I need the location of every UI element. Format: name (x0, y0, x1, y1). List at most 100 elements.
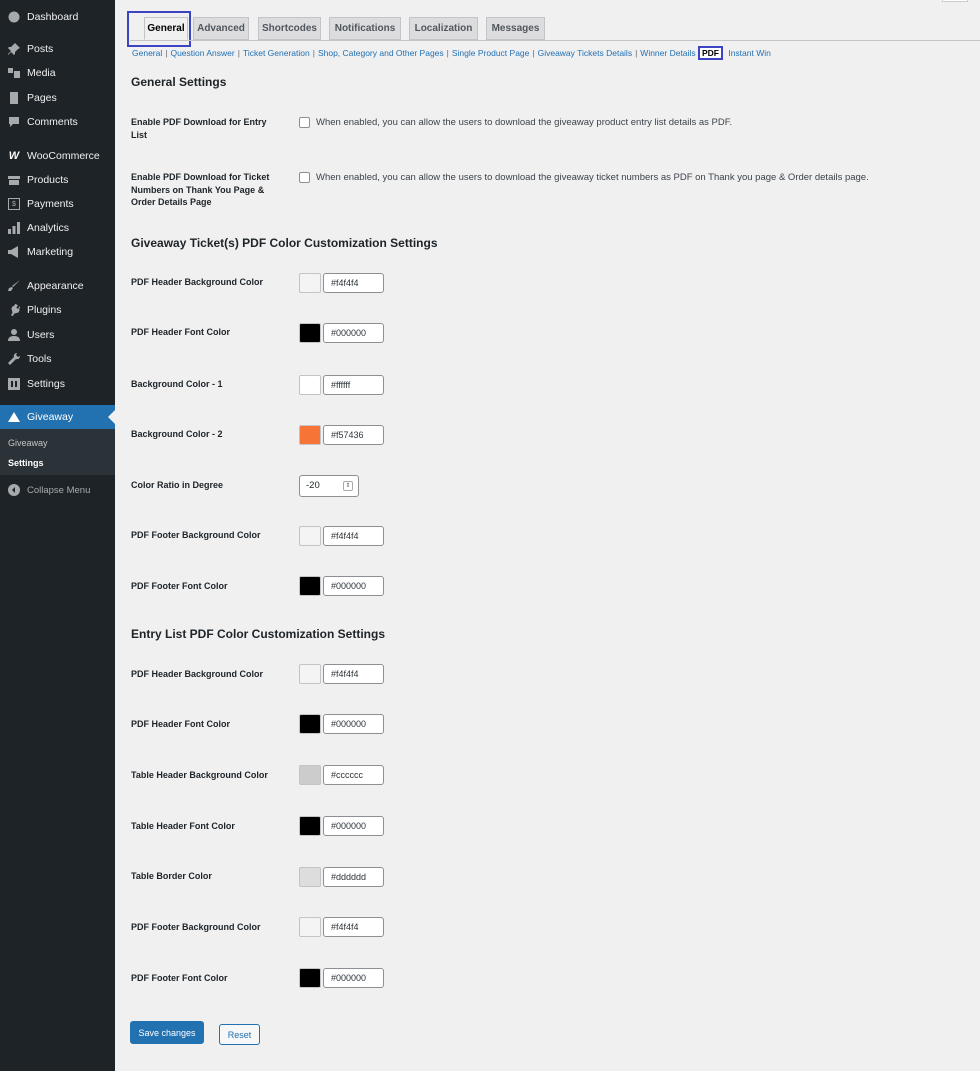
setting-label: PDF Footer Background Color (131, 922, 261, 932)
active-arrow (108, 410, 115, 424)
giveaway-icon (8, 411, 20, 423)
setting-label: Color Ratio in Degree (131, 480, 224, 490)
color-ratio-degree-input[interactable]: -20 ⇕ (299, 475, 359, 497)
menu-label: Tools (27, 353, 52, 365)
menu-pages[interactable]: Pages (0, 86, 115, 110)
menu-media[interactable]: Media (0, 61, 115, 85)
menu-label: Pages (27, 92, 57, 104)
hex-color-input[interactable]: #000000 (323, 323, 384, 343)
hex-color-input[interactable]: #f4f4f4 (323, 664, 384, 684)
menu-analytics[interactable]: Analytics (0, 216, 115, 240)
submenu-settings[interactable]: Settings (8, 458, 44, 468)
tab-shortcodes[interactable]: Shortcodes (258, 17, 321, 40)
menu-label: Analytics (27, 222, 70, 234)
setting-label: Table Border Color (131, 871, 212, 881)
color-swatch[interactable] (299, 375, 321, 395)
color-swatch[interactable] (299, 714, 321, 734)
submenu-giveaway[interactable]: Giveaway (8, 438, 48, 448)
section-ticket-generation[interactable]: Ticket Generation (243, 48, 310, 58)
dashboard-icon (8, 11, 20, 23)
hex-color-input[interactable]: #000000 (323, 968, 384, 988)
menu-settings[interactable]: Settings (0, 372, 115, 396)
enable-pdf-entry-list-checkbox[interactable] (299, 117, 310, 128)
setting-label: PDF Header Background Color (131, 669, 264, 679)
hex-color-input[interactable]: #f4f4f4 (323, 526, 384, 546)
enable-pdf-ticket-numbers-checkbox[interactable] (299, 172, 310, 183)
setting-label: PDF Footer Font Color (131, 973, 228, 983)
menu-label: Plugins (27, 304, 62, 316)
brush-icon (8, 280, 20, 292)
plug-icon (8, 304, 20, 316)
menu-label: Users (27, 329, 55, 341)
menu-dashboard[interactable]: Dashboard (0, 5, 115, 29)
color-swatch[interactable] (299, 323, 321, 343)
color-swatch[interactable] (299, 816, 321, 836)
section-single-product[interactable]: Single Product Page (452, 48, 530, 58)
menu-giveaway[interactable]: Giveaway (0, 405, 115, 429)
hex-color-input[interactable]: #000000 (323, 576, 384, 596)
color-swatch[interactable] (299, 867, 321, 887)
save-changes-button[interactable]: Save changes (130, 1021, 204, 1044)
menu-payments[interactable]: $ Payments (0, 192, 115, 216)
general-settings-heading: General Settings (131, 75, 227, 89)
color-swatch[interactable] (299, 765, 321, 785)
hex-color-input[interactable]: #f57436 (323, 425, 384, 445)
menu-users[interactable]: Users (0, 323, 115, 347)
tab-messages[interactable]: Messages (486, 17, 545, 40)
tab-highlight-box (127, 11, 191, 47)
menu-plugins[interactable]: Plugins (0, 298, 115, 322)
section-tickets-details[interactable]: Giveaway Tickets Details (538, 48, 632, 58)
color-swatch[interactable] (299, 273, 321, 293)
collapse-icon (8, 484, 20, 496)
setting-label: Table Header Font Color (131, 821, 235, 831)
main-content: General Advanced Shortcodes Notification… (115, 0, 980, 1071)
menu-tools[interactable]: Tools (0, 347, 115, 371)
spinner-icon[interactable]: ⇕ (343, 481, 353, 491)
hex-color-input[interactable]: #000000 (323, 816, 384, 836)
hex-color-input[interactable]: #000000 (323, 714, 384, 734)
color-swatch[interactable] (299, 576, 321, 596)
section-shop-category[interactable]: Shop, Category and Other Pages (318, 48, 444, 58)
color-swatch[interactable] (299, 968, 321, 988)
menu-label: Posts (27, 43, 54, 55)
section-question-answer[interactable]: Question Answer (170, 48, 234, 58)
hex-color-input[interactable]: #ffffff (323, 375, 384, 395)
hex-color-input[interactable]: #f4f4f4 (323, 273, 384, 293)
hex-color-input[interactable]: #cccccc (323, 765, 384, 785)
tab-localization[interactable]: Localization (409, 17, 478, 40)
section-winner-details[interactable]: Winner Details (640, 48, 695, 58)
settings-icon (8, 378, 20, 390)
tab-advanced[interactable]: Advanced (193, 17, 249, 40)
reset-button[interactable]: Reset (219, 1024, 260, 1045)
menu-products[interactable]: Products (0, 168, 115, 192)
color-swatch[interactable] (299, 425, 321, 445)
menu-label: Media (27, 67, 56, 79)
setting-label: Enable PDF Download for Ticket Numbers o… (131, 172, 270, 207)
tab-notifications[interactable]: Notifications (329, 17, 401, 40)
hex-color-input[interactable]: #f4f4f4 (323, 917, 384, 937)
menu-comments[interactable]: Comments (0, 110, 115, 134)
color-swatch[interactable] (299, 664, 321, 684)
hex-color-input[interactable]: #dddddd (323, 867, 384, 887)
menu-label: Products (27, 174, 69, 186)
woocommerce-icon: W (8, 150, 20, 162)
section-general[interactable]: General (132, 48, 162, 58)
setting-label: Table Header Background Color (131, 770, 268, 780)
menu-label: Giveaway (27, 411, 74, 423)
menu-woocommerce[interactable]: W WooCommerce (0, 144, 115, 168)
color-swatch[interactable] (299, 917, 321, 937)
collapse-menu-button[interactable]: Collapse Menu (0, 478, 115, 502)
menu-label: Marketing (27, 246, 74, 258)
menu-appearance[interactable]: Appearance (0, 274, 115, 298)
megaphone-icon (8, 246, 20, 258)
tabs-divider (130, 40, 980, 41)
menu-marketing[interactable]: Marketing (0, 240, 115, 264)
menu-posts[interactable]: Posts (0, 37, 115, 61)
setting-label: PDF Footer Background Color (131, 530, 261, 540)
setting-label: Background Color - 2 (131, 429, 223, 439)
section-instant-win[interactable]: Instant Win (728, 48, 771, 58)
color-swatch[interactable] (299, 526, 321, 546)
section-pdf-current[interactable]: PDF (697, 46, 723, 60)
collapse-label: Collapse Menu (27, 484, 91, 496)
archive-icon (8, 174, 20, 186)
